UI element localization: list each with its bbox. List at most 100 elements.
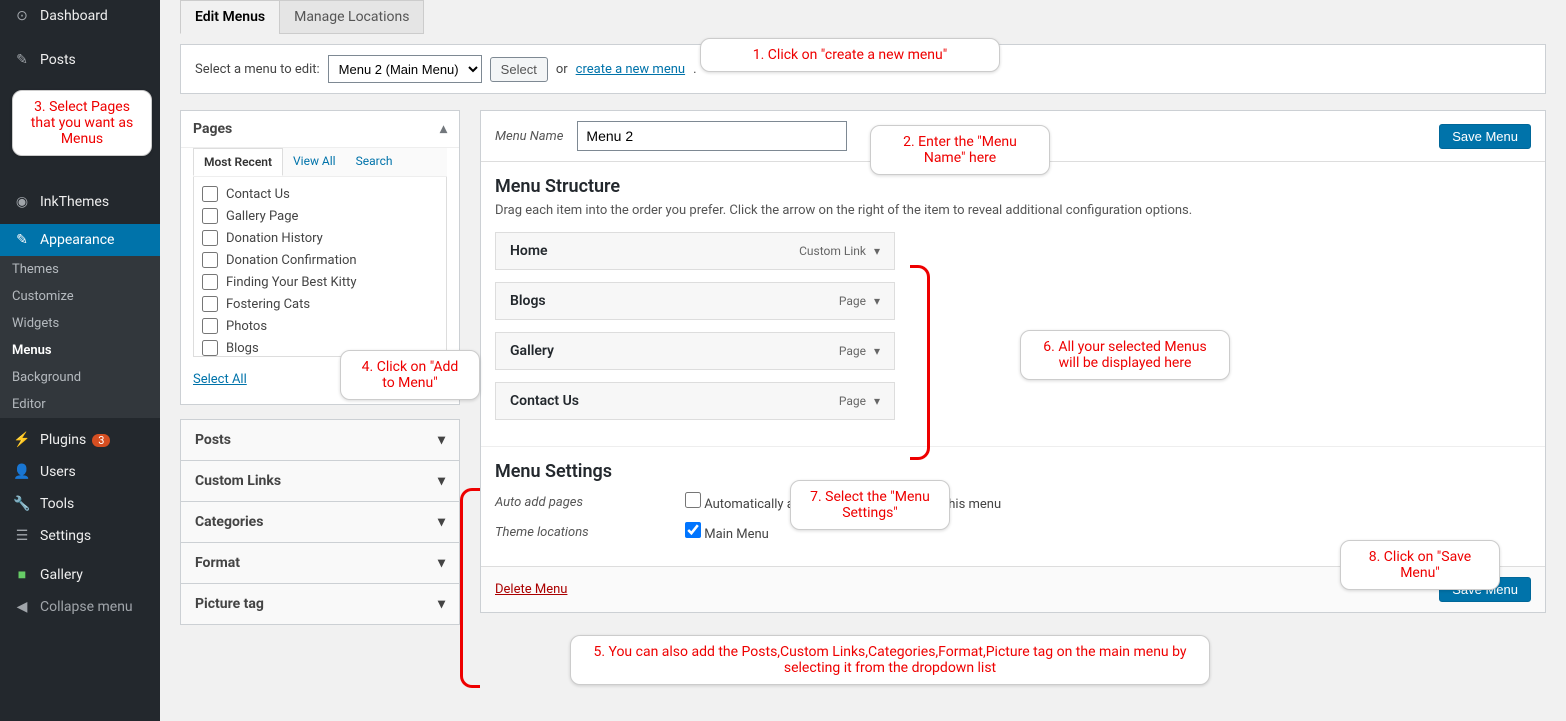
page-list[interactable]: Contact Us Gallery Page Donation History… xyxy=(193,177,447,357)
select-menu-button[interactable]: Select xyxy=(490,57,548,82)
sidebar-item-posts[interactable]: ✎Posts xyxy=(0,44,160,76)
wrench-icon: 🔧 xyxy=(12,496,32,512)
menu-item-label: Home xyxy=(510,243,548,259)
accordion-picture-tag[interactable]: Picture tag ▾ xyxy=(181,584,459,624)
main-menu-checkbox[interactable] xyxy=(685,522,701,538)
sidebar-subitem-menus[interactable]: Menus xyxy=(0,337,160,364)
pages-tab-search[interactable]: Search xyxy=(346,148,403,176)
bracket-right-icon xyxy=(910,265,930,460)
callout-1: 1. Click on "create a new menu" xyxy=(700,38,1000,72)
page-checkbox[interactable] xyxy=(202,186,218,202)
menu-selector[interactable]: Menu 2 (Main Menu) xyxy=(328,55,482,83)
tab-manage-locations[interactable]: Manage Locations xyxy=(279,0,424,34)
menu-item[interactable]: HomeCustom Link▾ xyxy=(495,232,895,270)
sidebar-item-label: InkThemes xyxy=(40,194,109,210)
menu-item-type: Page xyxy=(839,344,866,358)
page-label: Fostering Cats xyxy=(226,297,310,312)
page-label: Photos xyxy=(226,319,267,334)
save-menu-button-top[interactable]: Save Menu xyxy=(1439,124,1531,149)
page-list-item[interactable]: Contact Us xyxy=(200,183,440,205)
sidebar-item-dashboard[interactable]: ⊙Dashboard xyxy=(0,0,160,32)
accordion-label: Posts xyxy=(195,432,231,448)
caret-down-icon[interactable]: ▾ xyxy=(874,294,880,308)
page-list-item[interactable]: Gallery Page xyxy=(200,205,440,227)
collapse-icon: ◀ xyxy=(12,599,32,615)
sidebar-subitem-customize[interactable]: Customize xyxy=(0,283,160,310)
callout-6: 6. All your selected Menus will be displ… xyxy=(1020,330,1230,380)
accordion-categories[interactable]: Categories ▾ xyxy=(181,502,459,542)
sidebar-collapse[interactable]: ◀Collapse menu xyxy=(0,591,160,623)
sidebar-item-label: Tools xyxy=(40,496,74,512)
pages-metabox-title[interactable]: Pages▴ xyxy=(181,111,459,148)
menu-item[interactable]: Blogs Page ▾ xyxy=(495,282,895,320)
sidebar-subitem-background[interactable]: Background xyxy=(0,364,160,391)
sidebar-item-plugins[interactable]: ⚡Plugins3 xyxy=(0,424,160,456)
menu-item[interactable]: GalleryPage▾ xyxy=(495,332,895,370)
page-label: Finding Your Best Kitty xyxy=(226,275,356,290)
caret-down-icon: ▾ xyxy=(438,596,445,612)
page-checkbox[interactable] xyxy=(202,208,218,224)
sidebar-subitem-widgets[interactable]: Widgets xyxy=(0,310,160,337)
page-list-item[interactable]: Photos xyxy=(200,315,440,337)
menu-structure-hint: Drag each item into the order you prefer… xyxy=(495,203,1531,218)
sidebar-item-users[interactable]: 👤Users xyxy=(0,456,160,488)
menu-item[interactable]: Contact UsPage▾ xyxy=(495,382,895,420)
menu-edit-panel: Menu Name Save Menu Menu Structure Drag … xyxy=(480,110,1546,613)
sidebar-item-appearance[interactable]: ✎Appearance xyxy=(0,224,160,256)
tab-edit-menus[interactable]: Edit Menus xyxy=(180,0,280,34)
page-list-item[interactable]: Fostering Cats xyxy=(200,293,440,315)
auto-add-label: Auto add pages xyxy=(495,495,685,510)
caret-down-icon[interactable]: ▾ xyxy=(874,344,880,358)
dashboard-icon: ⊙ xyxy=(12,8,32,24)
create-new-menu-link[interactable]: create a new menu xyxy=(576,62,685,77)
menu-name-input[interactable] xyxy=(577,121,847,151)
delete-menu-link[interactable]: Delete Menu xyxy=(495,582,567,597)
select-menu-label: Select a menu to edit: xyxy=(195,62,320,77)
callout-8: 8. Click on "Save Menu" xyxy=(1340,540,1500,590)
page-list-item[interactable]: Finding Your Best Kitty xyxy=(200,271,440,293)
page-list-item[interactable]: Donation Confirmation xyxy=(200,249,440,271)
caret-down-icon[interactable]: ▾ xyxy=(874,394,880,408)
page-checkbox[interactable] xyxy=(202,340,218,356)
sidebar-item-label: Posts xyxy=(40,52,76,68)
auto-add-checkbox[interactable] xyxy=(685,492,701,508)
badge-count: 3 xyxy=(92,434,110,447)
caret-down-icon[interactable]: ▾ xyxy=(874,244,880,258)
page-checkbox[interactable] xyxy=(202,274,218,290)
sidebar-item-tools[interactable]: 🔧 Tools xyxy=(0,488,160,520)
sidebar-item-inkthemes[interactable]: ◉InkThemes xyxy=(0,186,160,218)
sidebar-item-label: Plugins xyxy=(40,432,86,448)
period: . xyxy=(693,62,696,77)
accordion-custom-links[interactable]: Custom Links▾ xyxy=(181,461,459,501)
sidebar-subitem-themes[interactable]: Themes xyxy=(0,256,160,283)
page-label: Donation History xyxy=(226,231,323,246)
sidebar-subitem-editor[interactable]: Editor xyxy=(0,391,160,418)
page-label: Blogs xyxy=(226,341,259,356)
page-checkbox[interactable] xyxy=(202,230,218,246)
sidebar-item-gallery[interactable]: ■Gallery xyxy=(0,558,160,591)
accordion-label: Picture tag xyxy=(195,596,264,612)
sliders-icon: ☰ xyxy=(12,528,32,544)
page-checkbox[interactable] xyxy=(202,296,218,312)
select-all-link[interactable]: Select All xyxy=(193,372,247,387)
menu-item-label: Blogs xyxy=(510,293,546,309)
pages-tab-recent[interactable]: Most Recent xyxy=(193,148,283,176)
theme-location-row[interactable]: Main Menu xyxy=(685,522,769,542)
sidebar-item-settings[interactable]: ☰Settings xyxy=(0,520,160,552)
menu-name-label: Menu Name xyxy=(495,129,563,144)
pages-tab-view-all[interactable]: View All xyxy=(283,148,346,176)
page-list-item[interactable]: Donation History xyxy=(200,227,440,249)
brush-icon: ✎ xyxy=(12,232,32,248)
caret-down-icon: ▾ xyxy=(438,432,445,448)
page-checkbox[interactable] xyxy=(202,318,218,334)
menu-item-type: Page xyxy=(839,294,866,308)
accordion-posts[interactable]: Posts ▾ xyxy=(181,420,459,460)
page-label: Donation Confirmation xyxy=(226,253,357,268)
caret-down-icon: ▾ xyxy=(438,514,445,530)
accordion-format[interactable]: Format▾ xyxy=(181,543,459,583)
or-text: or xyxy=(556,62,568,77)
caret-up-icon: ▴ xyxy=(440,121,447,137)
page-checkbox[interactable] xyxy=(202,252,218,268)
accordion-label: Categories xyxy=(195,514,263,530)
callout-5: 5. You can also add the Posts,Custom Lin… xyxy=(570,635,1210,685)
